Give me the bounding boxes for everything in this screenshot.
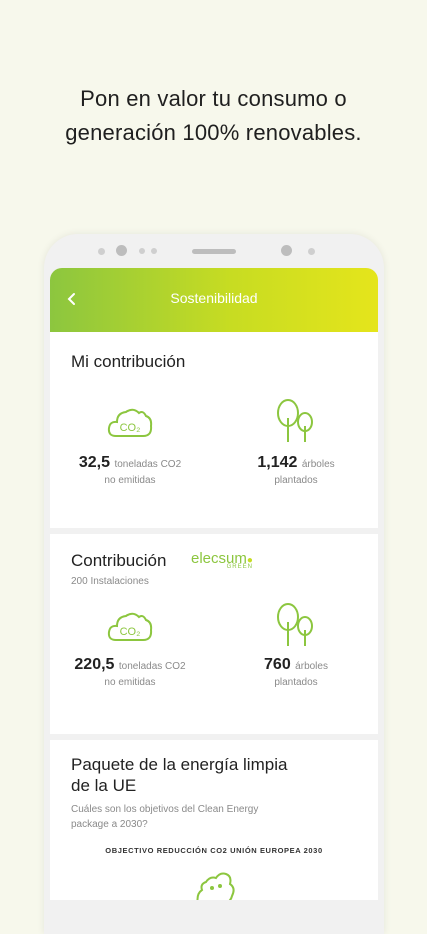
co2-caption: no emitidas xyxy=(104,475,156,486)
co2-cloud-icon: CO₂ xyxy=(106,404,154,440)
sensor-dot xyxy=(98,248,105,255)
app-screen: Sostenibilidad Mi contribución CO₂ 32,5 … xyxy=(50,268,378,900)
promo-line-2: generación 100% renovables. xyxy=(65,120,362,145)
my-contribution-card: Mi contribución CO₂ 32,5 toneladas CO2 n… xyxy=(50,332,378,528)
eu-objective-label: OBJECTIVO REDUCCIÓN CO2 UNIÓN EUROPEA 20… xyxy=(105,846,323,855)
trees-unit: árboles xyxy=(301,459,335,470)
co2-icon-label: CO₂ xyxy=(120,626,141,638)
co2-unit: toneladas CO2 xyxy=(114,459,182,470)
proximity-sensor xyxy=(281,245,292,256)
eu-subtitle-line-1: Cuáles son los objetivos del Clean Energ… xyxy=(71,804,259,815)
community-contribution-card: Contribución elecsum● GREEN 200 Instalac… xyxy=(50,534,378,734)
co2-unit: toneladas CO2 xyxy=(118,661,186,672)
trees-caption: plantados xyxy=(274,677,318,688)
eu-map-icon xyxy=(190,866,240,900)
elecsum-logo: elecsum● GREEN xyxy=(191,550,253,570)
contribution-title: Contribución xyxy=(71,551,167,570)
promo-headline: Pon en valor tu consumo o generación 100… xyxy=(0,82,427,150)
co2-stat: 220,5 toneladas CO2 no emitidas xyxy=(60,656,200,688)
co2-stat: 32,5 toneladas CO2 no emitidas xyxy=(60,454,200,486)
my-contribution-title: Mi contribución xyxy=(71,352,186,371)
co2-cloud-icon: CO₂ xyxy=(106,608,154,644)
app-bar: Sostenibilidad xyxy=(50,268,378,332)
sensor-dot xyxy=(139,248,145,254)
eu-title-line-2: de la UE xyxy=(71,776,137,795)
trees-caption: plantados xyxy=(274,475,318,486)
co2-icon-label: CO₂ xyxy=(120,422,141,434)
trees-value: 760 xyxy=(264,656,291,673)
co2-value: 32,5 xyxy=(78,454,110,471)
sensor-dot xyxy=(151,248,157,254)
promo-line-1: Pon en valor tu consumo o xyxy=(80,86,347,111)
eu-package-title: Paquete de la energía limpia de la UE xyxy=(71,754,287,796)
app-bar-title: Sostenibilidad xyxy=(170,290,258,306)
front-camera xyxy=(116,245,127,256)
trees-icon xyxy=(274,602,316,648)
eu-package-subtitle: Cuáles son los objetivos del Clean Energ… xyxy=(71,802,258,832)
co2-value: 220,5 xyxy=(74,656,115,673)
eu-subtitle-line-2: package a 2030? xyxy=(71,819,148,830)
trees-unit: árboles xyxy=(295,661,328,672)
sensor-dot xyxy=(308,248,315,255)
eu-clean-energy-card: Paquete de la energía limpia de la UE Cu… xyxy=(50,740,378,900)
co2-caption: no emitidas xyxy=(104,677,156,688)
speaker-grille xyxy=(192,249,236,254)
trees-icon xyxy=(274,398,316,444)
trees-stat: 760 árboles plantados xyxy=(226,656,366,688)
trees-value: 1,142 xyxy=(257,454,298,471)
installations-count: 200 Instalaciones xyxy=(71,576,149,587)
trees-stat: 1,142 árboles plantados xyxy=(226,454,366,486)
eu-title-line-1: Paquete de la energía limpia xyxy=(71,755,288,774)
